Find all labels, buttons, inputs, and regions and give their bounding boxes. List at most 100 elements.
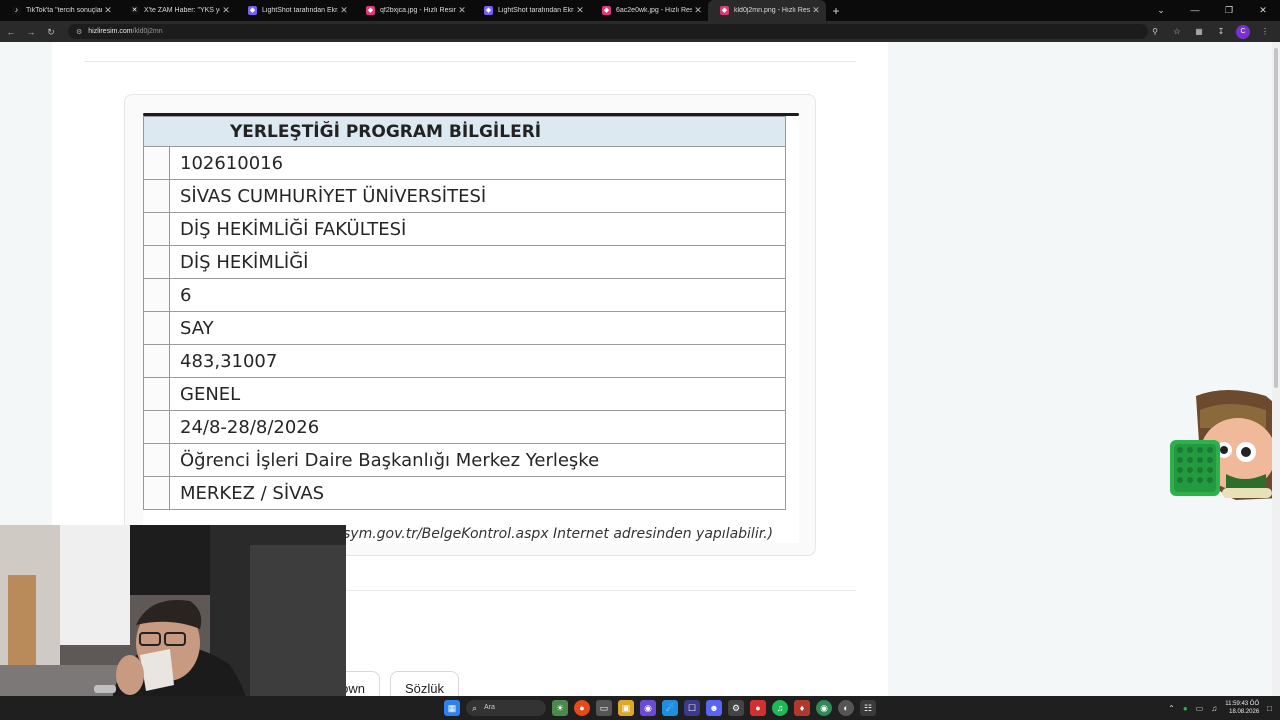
browser-tab[interactable]: ◆ LightShot tarafından Ekran Görü✕ [236, 0, 354, 21]
tab-title: LightShot tarafından Ekran Görü [262, 7, 338, 14]
clock-date: 18.08.2026 [1229, 709, 1260, 715]
image-preview-card[interactable]: YERLEŞTİĞİ PROGRAM BİLGİLERİ 102610016 Sİ… [124, 94, 816, 556]
steam-icon[interactable]: ⚙ [728, 700, 744, 716]
discord-icon[interactable]: ☻ [706, 700, 722, 716]
browser-tab-bar: ♪TikTok'ta "tercih sonuçları" bulun✕✕X't… [0, 0, 1280, 21]
row-value: SİVAS CUMHURİYET ÜNİVERSİTESİ [169, 179, 786, 213]
row-label-cell [143, 146, 170, 180]
scrollbar-thumb[interactable] [1274, 48, 1278, 388]
table-row: DİŞ HEKİMLİĞİ FAKÜLTESİ [143, 212, 786, 246]
row-value: MERKEZ / SİVAS [169, 476, 786, 510]
reload-button[interactable]: ↻ [42, 23, 60, 41]
uploaded-image: YERLEŞTİĞİ PROGRAM BİLGİLERİ 102610016 Sİ… [143, 113, 799, 543]
task-view-icon[interactable]: ▭ [596, 700, 612, 716]
tab-close-icon[interactable]: ✕ [456, 4, 468, 16]
browser-menu-icon[interactable]: ⋮ [1258, 25, 1272, 39]
obs-icon[interactable]: ◐ [838, 700, 854, 716]
webcam-overlay [0, 525, 346, 720]
page-scrollbar[interactable] [1272, 42, 1280, 696]
row-value: 6 [169, 278, 786, 312]
browser-tab[interactable]: ◆ 6ac2e0wk.jpg - Hızlı Resim✕ [590, 0, 708, 21]
tab-close-icon[interactable]: ✕ [220, 4, 232, 16]
settings-icon[interactable]: ☷ [860, 700, 876, 716]
url-host: hizliresim.com [88, 28, 133, 35]
notifications-icon[interactable]: □ [1267, 704, 1272, 713]
browser-tab[interactable]: ✕X'te ZAM Haber: "YKS yerleştirme✕ [118, 0, 236, 21]
program-info-table: YERLEŞTİĞİ PROGRAM BİLGİLERİ 102610016 Sİ… [143, 116, 786, 510]
browser-tab[interactable]: ♪ TikTok'ta "tercih sonuçları" bulun✕ [0, 0, 118, 21]
taskbar-apps: ▦ Ara ☀ ● ▭ ▣ ◉ ☄ ☐ ☻ ⚙ ● ♫ ♦ ◉ ◐ ☷ [444, 700, 876, 716]
row-label-cell [143, 377, 170, 411]
tray-overflow-icon[interactable]: ⌃ [1168, 704, 1175, 713]
row-label-cell [143, 476, 170, 510]
browser-toolbar: ← → ↻ ⚙ hizliresim.com/kld0j2mn ⚲ ☆ ▦ ↧ … [0, 21, 1280, 42]
app-icon[interactable]: ♦ [794, 700, 810, 716]
tab-search-icon[interactable]: ⌄ [1144, 0, 1178, 21]
hizliresim-icon: ◆ [602, 6, 611, 15]
browser-tab[interactable]: ◆ LightShot tarafından Ekran Görü✕ [472, 0, 590, 21]
close-window-button[interactable]: ✕ [1246, 0, 1280, 21]
row-label-cell [143, 311, 170, 345]
back-button[interactable]: ← [2, 23, 20, 41]
tab-close-icon[interactable]: ✕ [810, 4, 822, 16]
tab-title: qf2bxjca.jpg - Hızlı Resim [380, 7, 456, 14]
photos-icon[interactable]: ☐ [684, 700, 700, 716]
edge-icon[interactable]: ☄ [662, 700, 678, 716]
site-info-icon[interactable]: ⚙ [76, 28, 82, 36]
hizliresim-icon: ◆ [366, 6, 375, 15]
table-row: GENEL [143, 377, 786, 411]
table-row: 24/8-28/8/2026 [143, 410, 786, 444]
tab-close-icon[interactable]: ✕ [102, 4, 114, 16]
url-text: hizliresim.com/kld0j2mn [88, 28, 162, 35]
zoom-icon[interactable]: ⚲ [1148, 25, 1162, 39]
spotify-icon[interactable]: ♫ [772, 700, 788, 716]
tab-close-icon[interactable]: ✕ [338, 4, 350, 16]
table-row: MERKEZ / SİVAS [143, 476, 786, 510]
row-value: DİŞ HEKİMLİĞİ [169, 245, 786, 279]
profile-avatar[interactable]: C [1236, 24, 1250, 39]
forward-button[interactable]: → [22, 23, 40, 41]
extensions-icon[interactable]: ▦ [1192, 25, 1206, 39]
browser-icon[interactable]: ◉ [816, 700, 832, 716]
minimize-button[interactable]: — [1178, 0, 1212, 21]
row-label-cell [143, 245, 170, 279]
chrome-icon[interactable]: ● [574, 700, 590, 716]
address-bar[interactable]: ⚙ hizliresim.com/kld0j2mn [68, 24, 1148, 39]
row-value: DİŞ HEKİMLİĞİ FAKÜLTESİ [169, 212, 786, 246]
divider [84, 61, 856, 62]
table-row: SAY [143, 311, 786, 345]
recorder-icon[interactable]: ● [750, 700, 766, 716]
tab-title: kld0j2mn.png - Hızlı Resim [734, 7, 810, 14]
row-value: 483,31007 [169, 344, 786, 378]
start-menu-icon[interactable]: ▦ [444, 700, 460, 716]
row-value: 24/8-28/8/2026 [169, 410, 786, 444]
hizliresim-icon: ◆ [720, 6, 729, 15]
table-header-row: YERLEŞTİĞİ PROGRAM BİLGİLERİ [143, 116, 786, 147]
clock[interactable]: 11:59:43 ÖÖ 18.08.2026 [1225, 700, 1259, 716]
sozluk-button[interactable]: Sözlük [389, 671, 459, 696]
widgets-icon[interactable]: ☀ [552, 700, 568, 716]
taskbar-search[interactable]: Ara [466, 700, 546, 716]
tiktok-icon: ♪ [12, 6, 21, 15]
microphone-icon[interactable]: ● [1183, 704, 1188, 713]
tab-close-icon[interactable]: ✕ [692, 4, 704, 16]
tab-close-icon[interactable]: ✕ [574, 4, 586, 16]
network-icon[interactable]: ▭ [1196, 704, 1204, 713]
windows-taskbar: ▦ Ara ☀ ● ▭ ▣ ◉ ☄ ☐ ☻ ⚙ ● ♫ ♦ ◉ ◐ ☷ ⌃ ● … [0, 696, 1280, 720]
new-tab-button[interactable]: + [828, 3, 844, 19]
table-header: YERLEŞTİĞİ PROGRAM BİLGİLERİ [143, 116, 786, 147]
row-value: Öğrenci İşleri Daire Başkanlığı Merkez Y… [169, 443, 786, 477]
table-row: Öğrenci İşleri Daire Başkanlığı Merkez Y… [143, 443, 786, 477]
browser-tab[interactable]: ◆ kld0j2mn.png - Hızlı Resim ✕ [708, 0, 826, 21]
restore-button[interactable]: ❐ [1212, 0, 1246, 21]
browser-tab[interactable]: ◆ qf2bxjca.jpg - Hızlı Resim ✕ [354, 0, 472, 21]
teams-icon[interactable]: ◉ [640, 700, 656, 716]
bookmark-star-icon[interactable]: ☆ [1170, 25, 1184, 39]
row-label-cell [143, 443, 170, 477]
downloads-icon[interactable]: ↧ [1214, 25, 1228, 39]
volume-icon[interactable]: ♫ [1211, 704, 1217, 713]
table-row: 483,31007 [143, 344, 786, 378]
file-explorer-icon[interactable]: ▣ [618, 700, 634, 716]
table-row: 102610016 [143, 146, 786, 180]
row-label-cell [143, 179, 170, 213]
